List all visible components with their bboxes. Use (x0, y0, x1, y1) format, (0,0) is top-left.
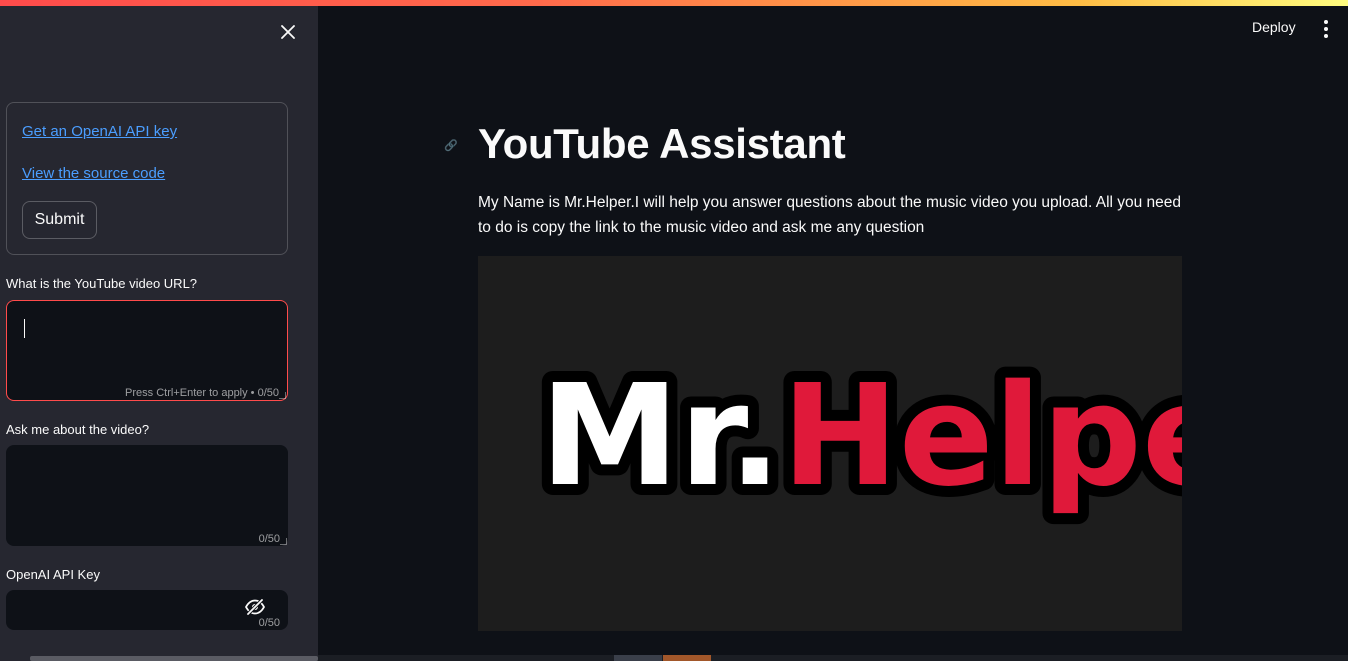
sidebar: Get an OpenAI API key View the source co… (0, 6, 318, 661)
question-textarea[interactable]: 0/50 (6, 445, 288, 546)
logo-text-helper: Helper (782, 355, 1182, 518)
api-key-field-hint: 0/50 (258, 617, 280, 629)
text-caret (24, 319, 25, 338)
sidebar-form: Get an OpenAI API key View the source co… (6, 102, 288, 255)
url-textarea[interactable]: Press Ctrl+Enter to apply • 0/50 (6, 300, 288, 401)
openai-api-key-link[interactable]: Get an OpenAI API key (22, 123, 177, 140)
api-key-field-label: OpenAI API Key (6, 567, 100, 582)
taskbar-item[interactable] (614, 655, 662, 661)
bottom-scrollbar (318, 655, 1348, 661)
logo-graphic: Mr.Helper Mr.Helper (529, 344, 1317, 529)
close-icon (281, 25, 295, 39)
question-field-hint: 0/50 (258, 533, 280, 545)
url-field-hint: Press Ctrl+Enter to apply • 0/50 (125, 387, 279, 399)
page-title: YouTube Assistant (478, 120, 846, 167)
resize-handle[interactable] (280, 538, 287, 545)
api-key-input[interactable]: 0/50 (6, 590, 288, 630)
taskbar-item[interactable] (663, 655, 711, 661)
kebab-dot (1324, 27, 1328, 31)
sidebar-scrollbar[interactable] (30, 656, 318, 661)
sidebar-close-button[interactable] (276, 20, 300, 44)
source-code-link[interactable]: View the source code (22, 165, 165, 182)
deploy-button[interactable]: Deploy (1252, 19, 1296, 35)
main-menu-button[interactable] (1318, 20, 1334, 38)
link-icon[interactable]: 🔗 (444, 139, 458, 152)
password-visibility-toggle[interactable] (244, 598, 266, 616)
svg-text:Mr.Helper: Mr.Helper (540, 355, 1182, 518)
main-content: Deploy 🔗 YouTube Assistant My Name is Mr… (318, 6, 1348, 661)
eye-off-icon (244, 598, 266, 616)
question-field-label: Ask me about the video? (6, 422, 150, 437)
submit-button[interactable]: Submit (22, 201, 97, 239)
kebab-menu-icon (1324, 20, 1328, 24)
resize-handle[interactable] (279, 392, 286, 399)
mr-helper-logo-image: Mr.Helper Mr.Helper (478, 256, 1317, 631)
url-field-label: What is the YouTube video URL? (6, 276, 198, 291)
logo-text-mr: Mr. (540, 355, 782, 518)
page-description: My Name is Mr.Helper.I will help you ans… (478, 194, 1182, 236)
kebab-dot (1324, 34, 1328, 38)
